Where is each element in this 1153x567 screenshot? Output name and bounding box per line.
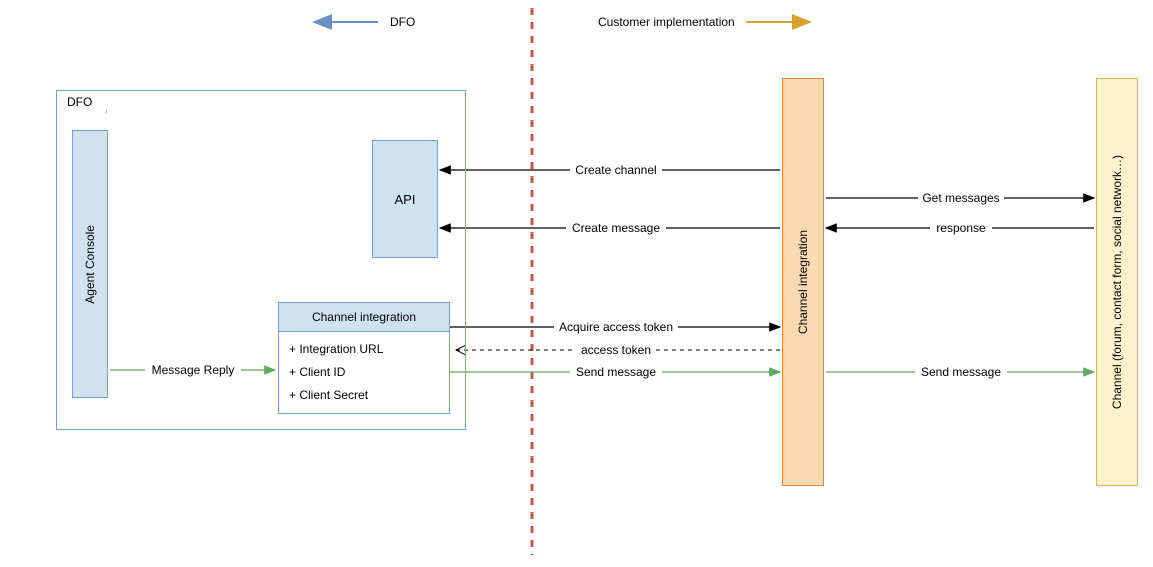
agent-console-label: Agent Console	[83, 225, 97, 304]
dfo-tab-label: DFO	[56, 90, 107, 113]
api-label: API	[395, 192, 416, 207]
channel-integration-box: Channel integration	[782, 78, 824, 486]
label-send-message-2: Send message	[921, 365, 1001, 379]
label-acquire-token: Acquire access token	[559, 320, 673, 334]
header-dfo-label: DFO	[390, 15, 415, 29]
channel-integration-config: Channel integration + Integration URL + …	[278, 302, 450, 414]
ci-item-0: + Integration URL	[289, 338, 439, 361]
label-send-message-1: Send message	[576, 365, 656, 379]
diagram-canvas: Message Reply Create channel Create mess…	[0, 0, 1153, 567]
channel-integration-label: Channel integration	[796, 230, 810, 334]
label-access-token: access token	[581, 343, 651, 357]
ci-title: Channel integration	[279, 303, 449, 332]
label-create-message: Create message	[572, 221, 660, 235]
label-response: response	[936, 221, 986, 235]
ci-item-1: + Client ID	[289, 361, 439, 384]
label-create-channel: Create channel	[575, 163, 656, 177]
ci-item-2: + Client Secret	[289, 384, 439, 407]
agent-console-box: Agent Console	[72, 130, 108, 398]
header-customer-label: Customer implementation	[598, 15, 735, 29]
api-box: API	[372, 140, 438, 258]
channel-label: Channel (forum, contact form, social net…	[1110, 155, 1124, 409]
channel-box: Channel (forum, contact form, social net…	[1096, 78, 1138, 486]
label-get-messages: Get messages	[922, 191, 999, 205]
